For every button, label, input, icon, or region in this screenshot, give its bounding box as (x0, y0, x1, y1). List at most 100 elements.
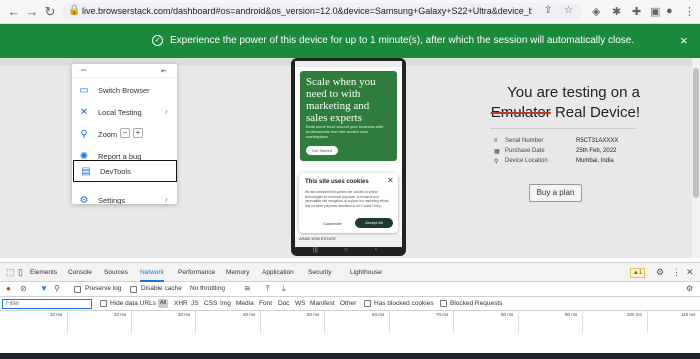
serial-label: Serial Number (505, 138, 544, 144)
serial-value: R5CT31AXXXX (576, 138, 619, 144)
scroll-thumb[interactable] (693, 68, 699, 198)
blocked-requests-label: Blocked Requests (450, 300, 503, 307)
gear-icon[interactable]: ⚙ (656, 267, 664, 278)
purchase-row: ▦ Purchase Date 25th Feb, 2022 (494, 148, 634, 158)
menu-dots-icon[interactable]: ⋮ (684, 5, 695, 18)
gear-icon[interactable]: ⚙ (686, 284, 693, 293)
session-toolbar-menu: ═ ⇤ ▭ Switch Browser ✕ Local Testing › ⚲… (72, 64, 177, 204)
url-text[interactable]: live.browserstack.com/dashboard#os=andro… (82, 6, 532, 16)
purchase-value: 25th Feb, 2022 (576, 148, 617, 154)
warning-badge[interactable]: ▲1 (630, 268, 645, 278)
drag-handle-icon[interactable]: ═ (81, 67, 86, 74)
forward-icon[interactable]: → (24, 4, 40, 20)
tick-line (647, 311, 648, 333)
type-font[interactable]: Font (259, 300, 272, 307)
lock-icon[interactable]: 🔒 (68, 5, 80, 16)
puzzle-icon[interactable]: ✱ (612, 5, 621, 18)
close-icon[interactable]: ✕ (686, 267, 694, 278)
side-panel-icon[interactable]: ▣ (650, 5, 660, 18)
type-manifest[interactable]: Manifest (310, 300, 335, 307)
tab-performance[interactable]: Performance (178, 269, 215, 276)
disable-cache-checkbox[interactable] (130, 286, 137, 293)
network-timeline[interactable]: 10 ms 20 ms 30 ms 40 ms 50 ms 60 ms 70 m… (0, 311, 700, 351)
device-screen[interactable]: Scale when you need to with marketing an… (295, 61, 402, 247)
check-circle-icon: ✓ (152, 35, 163, 46)
buy-plan-button[interactable]: Buy a plan (529, 184, 582, 202)
type-ws[interactable]: WS (295, 300, 305, 307)
tick-line (324, 311, 325, 333)
back-icon[interactable]: ← (6, 4, 22, 20)
cookie-body: We and selected third parties use cookie… (305, 190, 390, 208)
zoom-out-button[interactable]: − (120, 128, 130, 138)
tab-security[interactable]: Security (308, 269, 331, 276)
menu-item-settings[interactable]: ⚙ Settings › (72, 190, 177, 204)
serial-row: # Serial Number R5CT31AXXXX (494, 138, 634, 148)
tick-line (131, 311, 132, 333)
inspect-icon[interactable]: ⬚ (6, 267, 15, 278)
filter-input[interactable] (2, 299, 92, 309)
tab-console[interactable]: Console (68, 269, 92, 276)
disable-cache-label: Disable cache (141, 285, 182, 292)
search-icon[interactable]: ⚲ (54, 284, 60, 293)
get-started-button[interactable]: Get Started (306, 146, 338, 155)
hash-icon: # (494, 138, 498, 144)
back-nav-icon[interactable]: ‹ (375, 247, 377, 253)
type-other[interactable]: Other (340, 300, 356, 307)
device-toggle-icon[interactable]: ▯ (18, 267, 23, 278)
home-icon[interactable]: ○ (344, 247, 348, 253)
wifi-icon[interactable]: ≋ (244, 284, 251, 293)
record-icon[interactable]: ● (6, 284, 11, 293)
tab-lighthouse[interactable]: Lighthouse (350, 269, 382, 276)
chevron-right-icon: › (165, 107, 168, 116)
recent-apps-icon[interactable]: ||| (313, 247, 318, 253)
profile-avatar[interactable]: ● (666, 5, 673, 17)
tab-sources[interactable]: Sources (104, 269, 128, 276)
address-bar[interactable]: 🔒 live.browserstack.com/dashboard#os=and… (62, 3, 582, 21)
tab-memory[interactable]: Memory (226, 269, 249, 276)
close-icon[interactable]: × (680, 33, 688, 48)
tab-elements[interactable]: Elements (30, 269, 57, 276)
throttling-select[interactable]: No throttling (190, 285, 225, 292)
more-icon[interactable]: ⋮ (672, 267, 681, 278)
heading-suffix: Real Device! (554, 104, 640, 121)
type-xhr[interactable]: XHR (174, 300, 188, 307)
hide-data-urls-checkbox[interactable] (100, 300, 107, 307)
gear-icon: ⚙ (79, 195, 89, 204)
preserve-log-checkbox[interactable] (74, 286, 81, 293)
accept-all-button[interactable]: Accept All (355, 218, 393, 228)
close-icon[interactable]: ✕ (387, 176, 394, 185)
zoom-in-button[interactable]: + (133, 128, 143, 138)
bookmark-star-icon[interactable]: ☆ (564, 5, 573, 16)
tab-network[interactable]: Network (140, 269, 164, 282)
type-img[interactable]: Img (220, 300, 231, 307)
extension-icon[interactable]: ◈ (592, 5, 600, 18)
blocked-cookies-checkbox[interactable] (364, 300, 371, 307)
reload-icon[interactable]: ↻ (42, 4, 58, 20)
type-media[interactable]: Media (236, 300, 254, 307)
tick-line (518, 311, 519, 333)
filter-bar: Hide data URLs All XHR JS CSS Img Media … (0, 297, 700, 311)
filter-icon[interactable]: ▼ (40, 284, 48, 293)
extensions-icon[interactable]: ✚ (632, 5, 641, 18)
tick-label: 70 ms (436, 312, 449, 317)
customize-button[interactable]: Customize (323, 221, 342, 226)
type-css[interactable]: CSS (204, 300, 217, 307)
blocked-cookies-label: Has blocked cookies (374, 300, 434, 307)
menu-item-switch-browser[interactable]: ▭ Switch Browser (72, 80, 177, 102)
share-icon[interactable]: ⇪ (544, 5, 552, 16)
collapse-icon[interactable]: ⇤ (161, 67, 167, 75)
menu-item-devtools[interactable]: ▤ DevTools (73, 160, 177, 182)
blocked-requests-checkbox[interactable] (440, 300, 447, 307)
type-doc[interactable]: Doc (278, 300, 290, 307)
export-icon[interactable]: ⤓ (282, 284, 286, 294)
device-footer: ARAB 1930 ESTATE (295, 235, 402, 247)
import-icon[interactable]: ⤒ (266, 284, 270, 294)
menu-item-local-testing[interactable]: ✕ Local Testing › (72, 102, 177, 124)
clear-icon[interactable]: ⊘ (20, 284, 27, 293)
page-scrollbar[interactable] (692, 58, 700, 258)
tab-application[interactable]: Application (262, 269, 294, 276)
type-js[interactable]: JS (191, 300, 199, 307)
device-frame: Scale when you need to with marketing an… (291, 58, 406, 256)
type-all[interactable]: All (158, 299, 168, 308)
cookie-title: This site uses cookies (305, 179, 369, 185)
